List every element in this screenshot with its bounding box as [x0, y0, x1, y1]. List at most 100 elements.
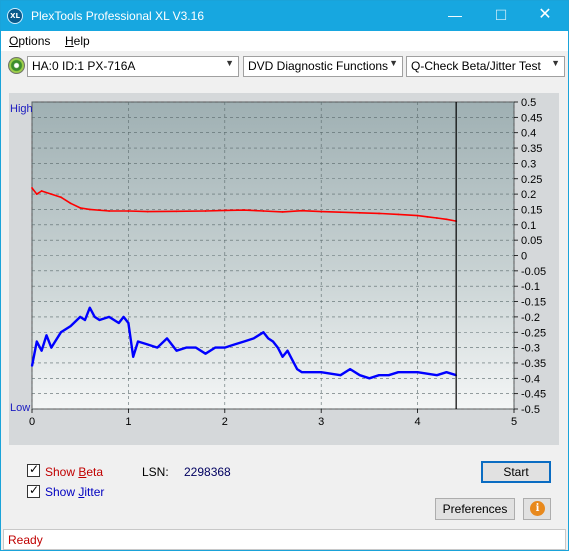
y-tick-label: 0.35 — [521, 143, 542, 155]
jitter-data-point — [281, 355, 284, 358]
start-button[interactable]: Start — [481, 461, 551, 483]
beta-data-point — [127, 210, 130, 212]
beta-data-point — [320, 210, 323, 213]
beta-data-point — [146, 210, 149, 213]
show-jitter-label[interactable]: Show Jitter — [45, 485, 104, 499]
chevron-down-icon: ▼ — [389, 58, 398, 68]
lsn-label: LSN: — [142, 465, 169, 479]
test-select[interactable]: Q-Check Beta/Jitter Test ▼ — [406, 56, 565, 77]
beta-data-point — [60, 196, 62, 199]
beta-data-point — [31, 187, 33, 189]
jitter-data-point — [204, 352, 207, 355]
window-title: PlexTools Professional XL V3.16 — [31, 9, 204, 23]
jitter-data-point — [35, 340, 38, 343]
title-bar[interactable]: XL PlexTools Professional XL V3.16 — ☐ ✕ — [1, 1, 568, 31]
x-tick-label: 2 — [222, 416, 228, 428]
show-jitter-checkbox[interactable] — [27, 483, 40, 498]
info-button[interactable]: i — [523, 498, 551, 520]
function-select-value: DVD Diagnostic Functions — [248, 59, 389, 73]
jitter-data-point — [387, 374, 390, 377]
jitter-data-point — [339, 374, 342, 377]
beta-data-point — [358, 211, 361, 214]
jitter-data-point — [276, 346, 279, 349]
chevron-down-icon: ▼ — [225, 58, 234, 68]
function-select[interactable]: DVD Diagnostic Functions ▼ — [243, 56, 403, 77]
beta-data-point — [40, 190, 43, 192]
beta-data-point — [69, 202, 72, 205]
y-tick-label: 0.5 — [521, 97, 536, 109]
jitter-data-point — [416, 371, 419, 374]
jitter-data-point — [45, 334, 48, 337]
jitter-data-point — [127, 322, 130, 324]
maximize-button[interactable]: ☐ — [478, 1, 524, 31]
x-tick-label: 0 — [29, 416, 35, 428]
jitter-data-point — [262, 331, 265, 334]
close-button[interactable]: ✕ — [522, 1, 568, 31]
chevron-down-icon: ▼ — [551, 58, 560, 68]
jitter-data-point — [88, 306, 91, 309]
y-tick-label: 0.45 — [521, 112, 542, 124]
beta-data-point — [88, 208, 91, 211]
jitter-data-point — [243, 340, 245, 343]
y-axis-high-label: High — [10, 103, 33, 115]
y-tick-label: -0.15 — [521, 297, 546, 309]
y-tick-label: 0 — [521, 251, 527, 263]
beta-data-point — [301, 209, 303, 212]
menu-bar: Options Help — [1, 31, 568, 51]
beta-data-point — [79, 207, 82, 209]
beta-data-point — [397, 213, 400, 216]
jitter-data-point — [286, 349, 289, 352]
show-beta-label[interactable]: Show Beta — [45, 465, 103, 479]
y-tick-label: -0.45 — [521, 389, 546, 401]
menu-help[interactable]: Help — [65, 34, 90, 48]
jitter-data-point — [223, 346, 226, 349]
jitter-data-point — [233, 343, 236, 346]
x-tick-label: 5 — [511, 416, 517, 428]
y-tick-label: -0.3 — [521, 343, 540, 355]
jitter-data-point — [156, 346, 159, 349]
y-tick-label: 0.1 — [521, 220, 536, 232]
jitter-data-point — [98, 319, 101, 321]
beta-data-point — [50, 193, 53, 195]
beta-data-point — [435, 217, 438, 219]
jitter-data-point — [194, 346, 197, 349]
jitter-data-point — [60, 331, 62, 334]
jitter-data-point — [122, 316, 125, 318]
jitter-data-point — [267, 337, 270, 340]
lsn-value: 2298368 — [184, 465, 231, 479]
jitter-data-point — [137, 340, 139, 343]
status-bar: Ready — [3, 529, 566, 550]
drive-disc-icon — [8, 57, 25, 74]
menu-options[interactable]: Options — [9, 34, 50, 48]
jitter-data-point — [301, 371, 303, 374]
preferences-button[interactable]: Preferences — [435, 498, 515, 520]
beta-data-point — [426, 215, 429, 218]
beta-jitter-chart: 0.5 0.45 0.4 0.35 0.3 0.25 0.2 0.15 0.1 0.05 0 -0.0… — [9, 93, 559, 445]
y-tick-label: -0.4 — [521, 373, 540, 385]
x-tick-label: 4 — [415, 416, 421, 428]
main-window: XL PlexTools Professional XL V3.16 — ☐ ✕… — [0, 0, 569, 551]
beta-data-point — [416, 214, 419, 217]
drive-select[interactable]: HA:0 ID:1 PX-716A ▼ — [27, 56, 239, 77]
jitter-data-point — [397, 371, 400, 374]
jitter-data-point — [31, 365, 33, 367]
beta-data-point — [262, 210, 265, 212]
show-beta-checkbox[interactable] — [27, 462, 40, 477]
jitter-data-point — [185, 346, 188, 349]
jitter-data-point — [84, 319, 86, 321]
jitter-data-point — [79, 316, 82, 318]
minimize-button[interactable]: — — [432, 1, 478, 31]
jitter-data-point — [69, 325, 72, 328]
jitter-data-point — [296, 368, 298, 370]
jitter-data-point — [146, 343, 149, 346]
x-tick-label: 1 — [125, 416, 131, 428]
jitter-data-point — [435, 374, 438, 377]
beta-data-point — [204, 210, 207, 212]
y-axis-low-label: Low — [10, 402, 30, 414]
jitter-data-point — [358, 374, 361, 377]
beta-data-point — [175, 210, 178, 213]
beta-data-point — [281, 211, 284, 213]
jitter-data-point — [407, 371, 409, 374]
jitter-data-point — [368, 377, 371, 380]
beta-data-point — [35, 193, 38, 195]
